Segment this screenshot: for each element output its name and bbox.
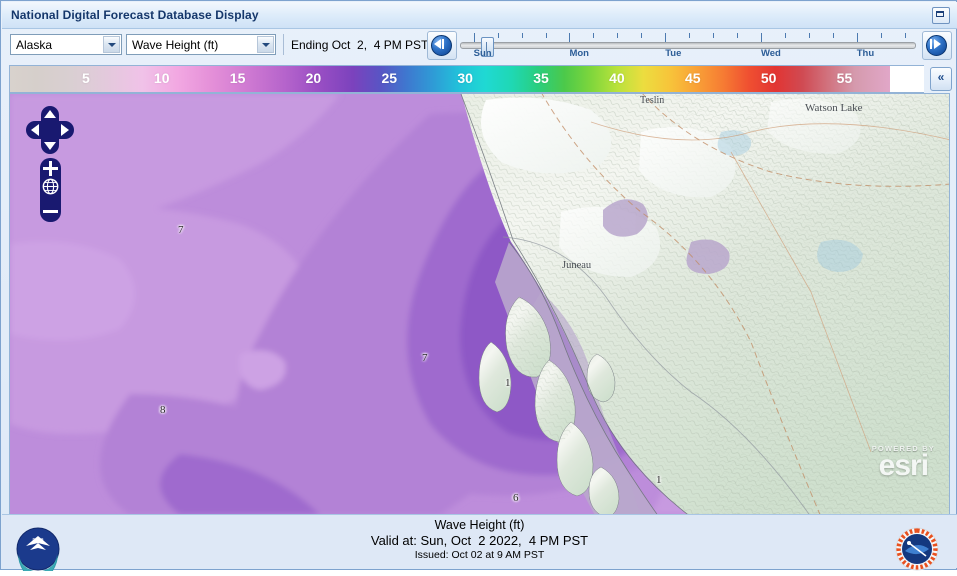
color-scale-blank-tail xyxy=(890,66,924,92)
toolbar: Alaska Wave Height (ft) Ending Oct 2, 4 … xyxy=(2,29,957,62)
globe-icon[interactable] xyxy=(42,178,59,195)
caption-title: Wave Height (ft) xyxy=(434,518,525,532)
maximize-button[interactable] xyxy=(932,7,950,24)
map-label-teslin: Teslin xyxy=(640,95,665,106)
timeline-tick xyxy=(856,33,858,42)
map-label-juneau: Juneau xyxy=(562,260,592,271)
color-scale-legend: 5 10 15 20 25 30 35 40 45 50 55 xyxy=(9,65,924,93)
color-scale-gradient xyxy=(10,66,890,92)
timeline-tick xyxy=(617,33,619,38)
region-select-value: Alaska xyxy=(16,38,53,52)
step-backward-button[interactable] xyxy=(427,31,457,60)
step-forward-button[interactable] xyxy=(922,31,952,60)
caption-valid-at: Valid at: Sun, Oct 2 2022, 4 PM PST xyxy=(370,533,589,548)
toolbar-divider xyxy=(283,34,284,55)
map-navigation-widget[interactable] xyxy=(26,106,74,224)
page-title: National Digital Forecast Database Displ… xyxy=(11,8,259,22)
map-label-watson-lake: Watson Lake xyxy=(805,102,863,114)
region-select[interactable]: Alaska xyxy=(10,34,122,55)
zoom-stack xyxy=(40,158,61,222)
timeline-tick xyxy=(880,33,882,38)
contour-label: 1 xyxy=(656,474,662,486)
timeline-tick xyxy=(713,33,715,38)
timeline-tick xyxy=(760,33,762,42)
pan-pad[interactable] xyxy=(26,106,74,154)
esri-attribution: POWERED BY esri xyxy=(872,444,935,482)
chevron-down-icon[interactable] xyxy=(257,36,274,53)
timeline-tick xyxy=(521,33,523,38)
title-bar: National Digital Forecast Database Displ… xyxy=(2,2,957,29)
timeline-day-labels: Sun Mon Tue Wed Thu xyxy=(460,48,916,60)
contour-label: 7 xyxy=(422,352,428,364)
timeline-day-wed: Wed xyxy=(760,48,781,59)
timeline-tick xyxy=(545,33,547,38)
pan-down-arrow-icon[interactable] xyxy=(44,142,56,150)
timeline-tick xyxy=(737,33,739,38)
element-select[interactable]: Wave Height (ft) xyxy=(126,34,276,55)
contour-label: 8 xyxy=(160,404,166,416)
pan-up-arrow-icon[interactable] xyxy=(44,110,56,118)
timeline-tick xyxy=(665,33,667,42)
land-basemap xyxy=(460,94,949,515)
timeline-tick xyxy=(641,33,643,38)
timeline-tick xyxy=(808,33,810,38)
nws-logo[interactable] xyxy=(895,527,939,571)
zoom-out-button[interactable] xyxy=(43,204,58,219)
timeline-tick xyxy=(689,33,691,38)
noaa-logo[interactable]: noaa xyxy=(16,527,60,576)
pan-right-arrow-icon[interactable] xyxy=(61,124,69,136)
pan-left-arrow-icon[interactable] xyxy=(31,124,39,136)
esri-wordmark: esri xyxy=(878,449,929,482)
timeline-tick xyxy=(593,33,595,38)
timeline-tick xyxy=(904,33,906,38)
collapse-icon: « xyxy=(937,70,945,84)
timeline-tick xyxy=(784,33,786,38)
timeline-tick xyxy=(569,33,571,42)
svg-text:noaa: noaa xyxy=(32,537,43,543)
caption-issued: Issued: Oct 02 at 9 AM PST xyxy=(414,549,545,561)
timeline-day-sun: Sun xyxy=(473,48,492,59)
timeline-day-tue: Tue xyxy=(665,48,682,59)
application-window: National Digital Forecast Database Displ… xyxy=(0,0,957,576)
collapse-legend-button[interactable]: « xyxy=(930,67,952,91)
timeline-tick xyxy=(497,33,499,38)
timeline-tick xyxy=(473,33,475,42)
maximize-icon xyxy=(936,11,944,17)
contour-label: 6 xyxy=(513,492,519,504)
timeline-day-thu: Thu xyxy=(856,48,875,59)
map-viewport[interactable]: TeslinWatson LakeJuneau 778811161 POWERE… xyxy=(9,93,950,516)
footer: Wave Height (ft) Valid at: Sun, Oct 2 20… xyxy=(2,514,957,576)
forecast-caption: Wave Height (ft) Valid at: Sun, Oct 2 20… xyxy=(2,518,957,563)
timeline-day-mon: Mon xyxy=(569,48,589,59)
timeline-slider[interactable]: Sun Mon Tue Wed Thu xyxy=(460,33,916,60)
ending-time-label: Ending Oct 2, 4 PM PST xyxy=(291,38,429,52)
contour-label: 7 xyxy=(178,224,184,236)
timeline-ticks xyxy=(460,33,916,42)
timeline-tick xyxy=(832,33,834,38)
contour-label: 1 xyxy=(505,377,511,389)
element-select-value: Wave Height (ft) xyxy=(132,38,219,52)
map-canvas: TeslinWatson LakeJuneau 778811161 POWERE… xyxy=(10,94,949,515)
zoom-in-button[interactable] xyxy=(43,161,58,176)
chevron-down-icon[interactable] xyxy=(103,36,120,53)
